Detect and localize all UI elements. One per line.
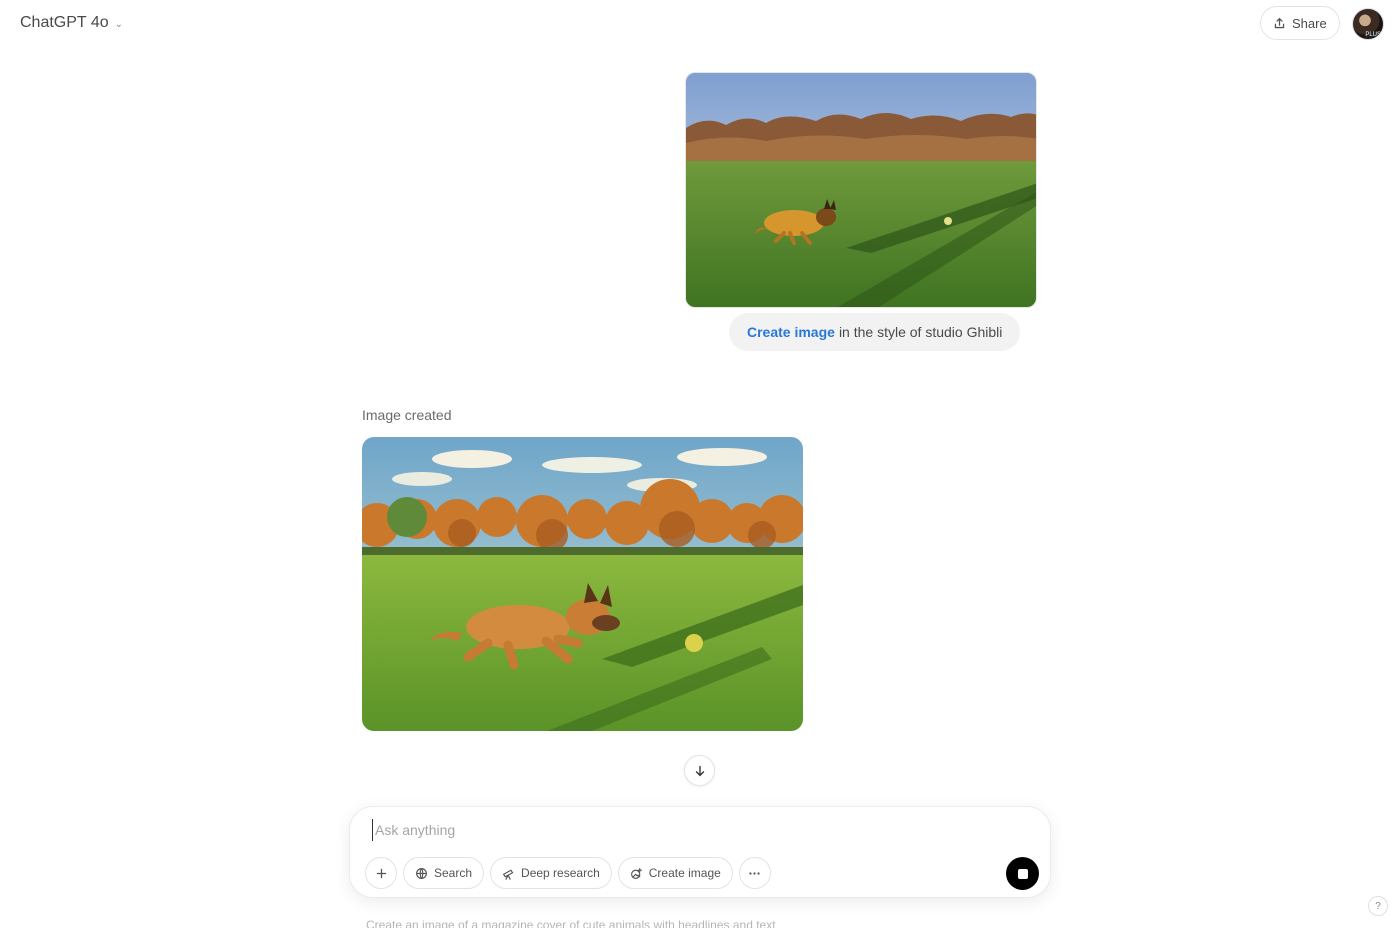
- deep-research-button[interactable]: Deep research: [490, 857, 612, 889]
- model-selector[interactable]: ChatGPT 4o ⌄: [14, 10, 129, 36]
- composer: Search Deep research Create image: [349, 806, 1051, 898]
- chatgpt-page: ChatGPT 4o ⌄ Share PLUS Create image in …: [0, 0, 1400, 928]
- image-created-label: Image created: [362, 407, 452, 423]
- plus-icon: [376, 868, 386, 878]
- arrow-down-icon: [695, 765, 704, 776]
- search-tool-button[interactable]: Search: [403, 857, 485, 889]
- create-image-link[interactable]: Create image: [747, 324, 835, 340]
- create-image-button[interactable]: Create image: [617, 857, 733, 889]
- stop-icon: [1017, 868, 1028, 879]
- search-tool-label: Search: [434, 866, 473, 880]
- deep-research-label: Deep research: [521, 866, 600, 880]
- image-icon: [630, 867, 642, 879]
- header: ChatGPT 4o ⌄ Share PLUS: [0, 0, 1400, 48]
- more-tools-button[interactable]: [738, 857, 771, 889]
- user-message-text: in the style of studio Ghibli: [838, 324, 1003, 340]
- plan-badge: PLUS: [1364, 32, 1382, 38]
- ellipsis-icon: [749, 871, 760, 875]
- generated-image[interactable]: [362, 437, 803, 731]
- prompt-input[interactable]: [372, 819, 1012, 841]
- avatar[interactable]: PLUS: [1352, 8, 1384, 40]
- help-button[interactable]: ?: [1368, 896, 1388, 916]
- ghibli-dog-illustration: [362, 437, 803, 731]
- share-button[interactable]: Share: [1260, 6, 1340, 40]
- share-icon: [1274, 17, 1285, 28]
- telescope-icon: [502, 868, 514, 880]
- scroll-to-bottom-button[interactable]: [684, 755, 715, 786]
- stop-generating-button[interactable]: [1006, 857, 1039, 890]
- user-attached-image[interactable]: [685, 72, 1037, 308]
- user-message-bubble: Create image in the style of studio Ghib…: [729, 313, 1021, 351]
- suggestion-text[interactable]: Create an image of a magazine cover of c…: [366, 918, 776, 928]
- share-label: Share: [1292, 15, 1327, 31]
- create-image-label: Create image: [648, 866, 721, 880]
- photo-dog-field: [686, 73, 1036, 307]
- globe-icon: [416, 867, 427, 879]
- chevron-down-icon: ⌄: [114, 18, 124, 30]
- model-label: ChatGPT 4o: [20, 14, 109, 31]
- attach-button[interactable]: [365, 857, 397, 889]
- composer-tools: Search Deep research Create image: [365, 857, 771, 889]
